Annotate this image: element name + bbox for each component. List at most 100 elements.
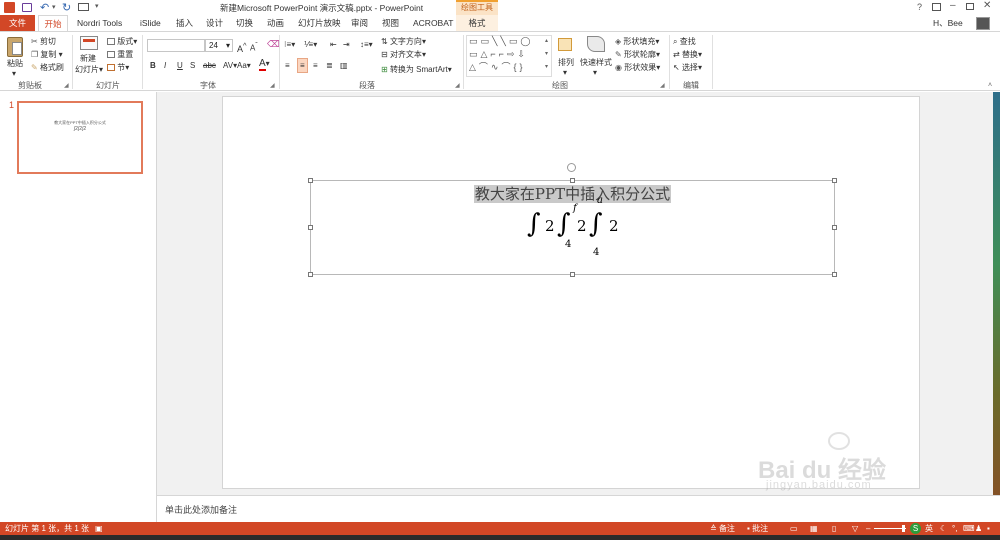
resize-handle-bottom-left[interactable]	[308, 272, 313, 277]
select-button[interactable]: ↖ 选择▾	[673, 62, 702, 73]
paste-icon[interactable]	[7, 37, 23, 57]
redo-icon[interactable]: ↻	[62, 1, 71, 14]
resize-handle-bottom-right[interactable]	[832, 272, 837, 277]
zoom-slider-thumb[interactable]	[902, 525, 905, 532]
tab-islide[interactable]: iSlide	[140, 15, 161, 31]
normal-view-icon[interactable]: ▭	[790, 522, 798, 535]
resize-handle-top[interactable]	[570, 178, 575, 183]
text-direction-button[interactable]: ⇅ 文字方向▾	[381, 36, 426, 47]
ime-keyboard-icon[interactable]: ⌨	[963, 522, 975, 535]
tab-review[interactable]: 审阅	[351, 15, 368, 31]
shapes-scroll[interactable]: ▴ ▾ ▾	[545, 35, 553, 77]
shape-effects-button[interactable]: ◉ 形状效果▾	[615, 62, 660, 73]
shapes-gallery[interactable]: ▭▭╲╲▭◯ ▭△⌐⌐⇨⇩ △⌒∿⌒{}	[466, 35, 552, 77]
tab-acrobat[interactable]: ACROBAT	[413, 15, 453, 31]
ime-language[interactable]: 英	[925, 522, 933, 535]
integral-formula[interactable]: ∫ 2 ∫ f 4 2 ∫ a 4 2	[527, 195, 627, 267]
find-button[interactable]: ⌕ 查找	[673, 36, 696, 47]
align-right-icon[interactable]: ≡	[313, 60, 318, 71]
spell-check-icon[interactable]: ▣	[95, 522, 103, 535]
user-avatar[interactable]	[976, 17, 990, 30]
ime-user-icon[interactable]: ♟	[975, 522, 982, 535]
font-name-input[interactable]	[147, 39, 205, 52]
close-button[interactable]: ✕	[983, 0, 991, 11]
line-spacing-button[interactable]: ↕≡▾	[360, 39, 373, 50]
font-size-input[interactable]: 24 ▾	[205, 39, 233, 52]
layout-button[interactable]: 版式▾	[107, 36, 137, 47]
tab-home[interactable]: 开始	[38, 15, 68, 31]
tab-design[interactable]: 设计	[206, 15, 223, 31]
columns-icon[interactable]: ▥	[340, 60, 348, 71]
resize-handle-left[interactable]	[308, 225, 313, 230]
rotate-handle-icon[interactable]	[567, 163, 576, 172]
drawing-launcher-icon[interactable]: ◢	[660, 82, 669, 91]
paste-dropdown-icon[interactable]: ▾	[12, 68, 16, 79]
notes-toggle-button[interactable]: ≙ 备注	[710, 522, 735, 535]
character-spacing-button[interactable]: AV▾	[223, 60, 237, 71]
resize-handle-top-right[interactable]	[832, 178, 837, 183]
slide-canvas[interactable]: 教大家在PPT中插入积分公式 ∫ 2 ∫ f 4 2 ∫ a 4 2 Bai d…	[222, 96, 920, 491]
arrange-icon[interactable]	[558, 38, 572, 51]
help-button[interactable]: ?	[917, 2, 922, 12]
slide-sorter-view-icon[interactable]: ▦	[810, 522, 818, 535]
collapse-ribbon-icon[interactable]: ˄	[988, 80, 992, 91]
undo-dropdown-icon[interactable]: ▾	[52, 3, 56, 11]
align-center-icon[interactable]: ≡	[297, 58, 308, 73]
slideshow-view-icon[interactable]: ▽	[852, 522, 858, 535]
ime-settings-icon[interactable]: ▪	[987, 522, 990, 535]
format-painter-button[interactable]: ✎ 格式刷	[31, 62, 64, 73]
shadow-button[interactable]: S	[190, 60, 195, 71]
resize-handle-top-left[interactable]	[308, 178, 313, 183]
font-launcher-icon[interactable]: ◢	[270, 82, 279, 91]
zoom-out-icon[interactable]: –	[866, 522, 870, 535]
numbering-button[interactable]: ⅟≡▾	[304, 39, 317, 50]
user-name[interactable]: H、Bee	[933, 15, 963, 31]
shape-fill-button[interactable]: ◈ 形状填充▾	[615, 36, 659, 47]
bullets-button[interactable]: ⁝≡▾	[284, 39, 295, 50]
resize-handle-bottom[interactable]	[570, 272, 575, 277]
tab-slideshow[interactable]: 幻灯片放映	[298, 15, 341, 31]
restore-button[interactable]	[966, 3, 974, 10]
shrink-font-button[interactable]: Aˇ	[250, 40, 258, 54]
change-case-button[interactable]: Aa▾	[237, 60, 251, 71]
reading-view-icon[interactable]: ▯	[832, 522, 836, 535]
quick-styles-dropdown-icon[interactable]: ▾	[593, 67, 597, 78]
ime-punct-icon[interactable]: °,	[952, 522, 957, 535]
copy-button[interactable]: ❐ 复制 ▾	[31, 49, 63, 60]
new-slide-icon[interactable]	[80, 36, 98, 50]
shape-outline-button[interactable]: ✎ 形状轮廓▾	[615, 49, 660, 60]
arrange-dropdown-icon[interactable]: ▾	[563, 67, 567, 78]
tab-insert[interactable]: 插入	[176, 15, 193, 31]
tab-format[interactable]: 格式	[456, 15, 498, 31]
quick-styles-icon[interactable]	[587, 36, 605, 52]
tab-file[interactable]: 文件	[0, 15, 35, 31]
tab-animations[interactable]: 动画	[267, 15, 284, 31]
minimize-button[interactable]: –	[950, 0, 956, 11]
tab-nordri-tools[interactable]: Nordri Tools	[77, 15, 122, 31]
tab-transitions[interactable]: 切换	[236, 15, 253, 31]
decrease-indent-icon[interactable]: ⇤	[330, 39, 337, 50]
text-box[interactable]: 教大家在PPT中插入积分公式 ∫ 2 ∫ f 4 2 ∫ a 4 2	[310, 180, 835, 275]
new-slide-label-1[interactable]: 新建	[80, 53, 96, 64]
notes-pane[interactable]: 单击此处添加备注	[157, 495, 1000, 522]
align-left-icon[interactable]: ≡	[285, 60, 290, 71]
slideshow-start-icon[interactable]	[78, 3, 89, 11]
justify-icon[interactable]: ≣	[326, 60, 333, 71]
ime-moon-icon[interactable]: ☾	[940, 522, 947, 535]
save-icon[interactable]	[22, 3, 32, 12]
replace-button[interactable]: ⇄ 替换▾	[673, 49, 702, 60]
underline-button[interactable]: U	[177, 60, 183, 71]
font-color-button[interactable]: A▾	[259, 58, 270, 71]
undo-icon[interactable]: ↶	[40, 1, 49, 14]
section-button[interactable]: 节▾	[107, 62, 129, 73]
new-slide-label-2[interactable]: 幻灯片▾	[75, 64, 103, 75]
align-text-button[interactable]: ⊟ 对齐文本▾	[381, 49, 426, 60]
ime-logo-icon[interactable]: S	[910, 523, 921, 534]
smartart-button[interactable]: ⊞ 转换为 SmartArt▾	[381, 64, 452, 75]
increase-indent-icon[interactable]: ⇥	[343, 39, 350, 50]
bold-button[interactable]: B	[150, 60, 156, 71]
comments-toggle-button[interactable]: ▪ 批注	[747, 522, 768, 535]
slide-title[interactable]: 教大家在PPT中插入积分公式	[311, 183, 834, 204]
tab-view[interactable]: 视图	[382, 15, 399, 31]
strikethrough-button[interactable]: abc	[203, 60, 216, 71]
